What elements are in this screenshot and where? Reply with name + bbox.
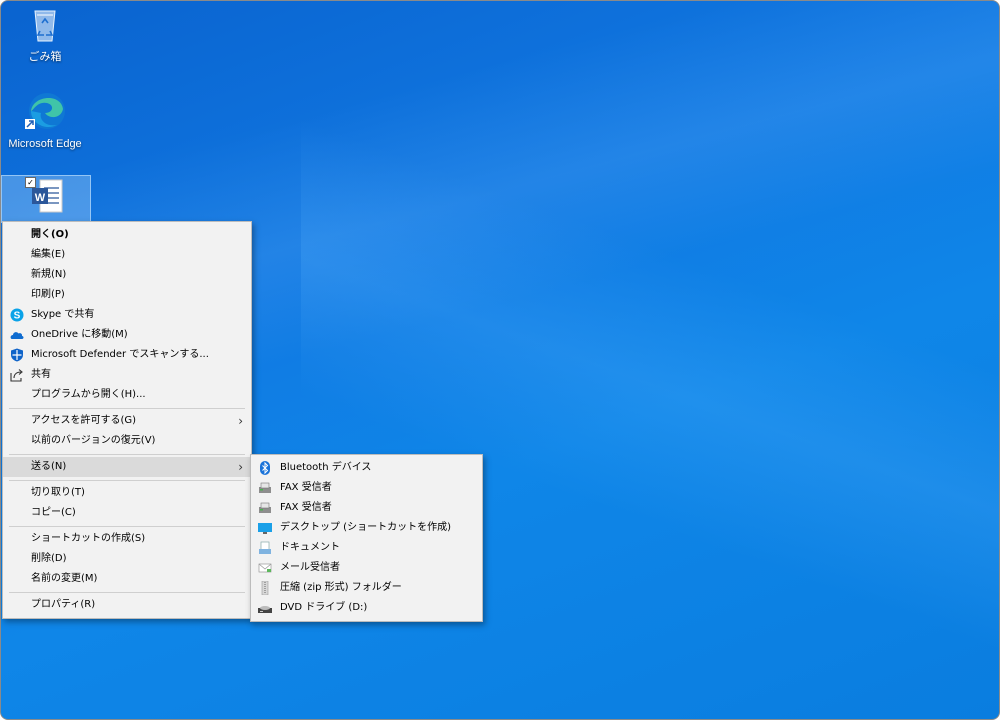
desktop-icon-label: ごみ箱	[28, 51, 62, 63]
fax-icon	[259, 482, 271, 493]
menu-item-label: ショートカットの作成(S)	[31, 533, 146, 544]
menu-separator	[9, 526, 245, 527]
defender-shield-icon	[11, 348, 23, 362]
send-to-fax[interactable]: FAX 受信者	[251, 478, 482, 498]
menu-item-label: Skype で共有	[31, 309, 95, 320]
menu-item-label: アクセスを許可する(G)	[31, 415, 137, 426]
desktop-icon-recycle-bin[interactable]: ごみ箱	[1, 5, 89, 64]
menu-item-label: OneDrive に移動(M)	[31, 329, 128, 340]
menu-item-label: 共有	[31, 369, 51, 380]
menu-item-new[interactable]: 新規(N)	[3, 265, 251, 285]
desktop-icon	[258, 523, 272, 534]
menu-item-restore-previous[interactable]: 以前のバージョンの復元(V)	[3, 431, 251, 451]
zip-folder-icon	[261, 581, 269, 595]
menu-separator	[9, 408, 245, 409]
mail-icon	[258, 563, 272, 573]
send-to-desktop[interactable]: デスクトップ (ショートカットを作成)	[251, 518, 482, 538]
skype-icon: S	[10, 308, 24, 322]
menu-item-label: 編集(E)	[31, 249, 66, 260]
menu-item-print[interactable]: 印刷(P)	[3, 285, 251, 305]
menu-item-label: Bluetooth デバイス	[280, 462, 372, 473]
menu-item-delete[interactable]: 削除(D)	[3, 549, 251, 569]
send-to-submenu: Bluetooth デバイス FAX 受信者 FAX 受信者 デスクトップ (シ…	[250, 454, 483, 622]
share-icon	[10, 369, 23, 382]
desktop: ごみ箱 Microsoft Edge W ✓ 開く(O) 編集(E) 新規(N)…	[0, 0, 1000, 720]
menu-item-label: 開く(O)	[31, 229, 69, 240]
menu-separator	[9, 454, 245, 455]
checkbox-icon[interactable]: ✓	[25, 177, 36, 188]
documents-icon	[259, 541, 271, 554]
menu-item-send-to[interactable]: 送る(N) ›	[3, 457, 251, 477]
chevron-right-icon: ›	[238, 460, 243, 474]
menu-item-label: プログラムから開く(H)...	[31, 389, 146, 400]
menu-separator	[9, 592, 245, 593]
desktop-icon-edge[interactable]: Microsoft Edge	[1, 89, 89, 150]
menu-item-label: 以前のバージョンの復元(V)	[31, 435, 156, 446]
menu-item-defender-scan[interactable]: Microsoft Defender でスキャンする...	[3, 345, 251, 365]
menu-item-label: FAX 受信者	[280, 502, 332, 513]
desktop-icon-word-document[interactable]: W ✓	[1, 175, 91, 223]
onedrive-icon	[10, 332, 24, 339]
menu-item-label: DVD ドライブ (D:)	[280, 602, 368, 613]
menu-item-copy[interactable]: コピー(C)	[3, 503, 251, 523]
menu-item-label: コピー(C)	[31, 507, 76, 518]
menu-separator	[9, 480, 245, 481]
menu-item-label: デスクトップ (ショートカットを作成)	[280, 522, 451, 533]
svg-text:S: S	[14, 311, 21, 322]
fax-icon	[259, 502, 271, 513]
menu-item-cut[interactable]: 切り取り(T)	[3, 483, 251, 503]
menu-item-share[interactable]: 共有	[3, 365, 251, 385]
bluetooth-icon	[260, 461, 270, 475]
menu-item-edit[interactable]: 編集(E)	[3, 245, 251, 265]
menu-item-label: 削除(D)	[31, 553, 67, 564]
menu-item-label: Microsoft Defender でスキャンする...	[31, 349, 209, 360]
menu-item-create-shortcut[interactable]: ショートカットの作成(S)	[3, 529, 251, 549]
menu-item-give-access[interactable]: アクセスを許可する(G) ›	[3, 411, 251, 431]
menu-item-rename[interactable]: 名前の変更(M)	[3, 569, 251, 589]
menu-item-label: 名前の変更(M)	[31, 573, 98, 584]
menu-item-label: 圧縮 (zip 形式) フォルダー	[280, 582, 402, 593]
menu-item-label: FAX 受信者	[280, 482, 332, 493]
send-to-zip-folder[interactable]: 圧縮 (zip 形式) フォルダー	[251, 578, 482, 598]
menu-item-label: プロパティ(R)	[31, 599, 96, 610]
send-to-fax[interactable]: FAX 受信者	[251, 498, 482, 518]
menu-item-label: 切り取り(T)	[31, 487, 85, 498]
dvd-drive-icon	[258, 606, 272, 613]
wallpaper-light-beam	[301, 121, 999, 719]
send-to-mail[interactable]: メール受信者	[251, 558, 482, 578]
send-to-documents[interactable]: ドキュメント	[251, 538, 482, 558]
send-to-dvd-drive[interactable]: DVD ドライブ (D:)	[251, 598, 482, 618]
menu-item-label: メール受信者	[280, 562, 340, 573]
recycle-bin-icon	[34, 10, 56, 42]
menu-item-open[interactable]: 開く(O)	[3, 225, 251, 245]
menu-item-open-with[interactable]: プログラムから開く(H)...	[3, 385, 251, 405]
send-to-bluetooth[interactable]: Bluetooth デバイス	[251, 458, 482, 478]
desktop-icon-label: Microsoft Edge	[8, 138, 82, 150]
menu-item-label: 送る(N)	[31, 461, 67, 472]
menu-item-label: 新規(N)	[31, 269, 67, 280]
svg-text:W: W	[35, 192, 46, 204]
menu-item-label: 印刷(P)	[31, 289, 65, 300]
edge-icon	[25, 93, 65, 129]
chevron-right-icon: ›	[238, 414, 243, 428]
menu-item-skype-share[interactable]: S Skype で共有	[3, 305, 251, 325]
context-menu: 開く(O) 編集(E) 新規(N) 印刷(P) S Skype で共有 OneD…	[2, 221, 252, 619]
menu-item-label: ドキュメント	[280, 542, 340, 553]
menu-item-properties[interactable]: プロパティ(R)	[3, 595, 251, 615]
menu-item-onedrive-move[interactable]: OneDrive に移動(M)	[3, 325, 251, 345]
